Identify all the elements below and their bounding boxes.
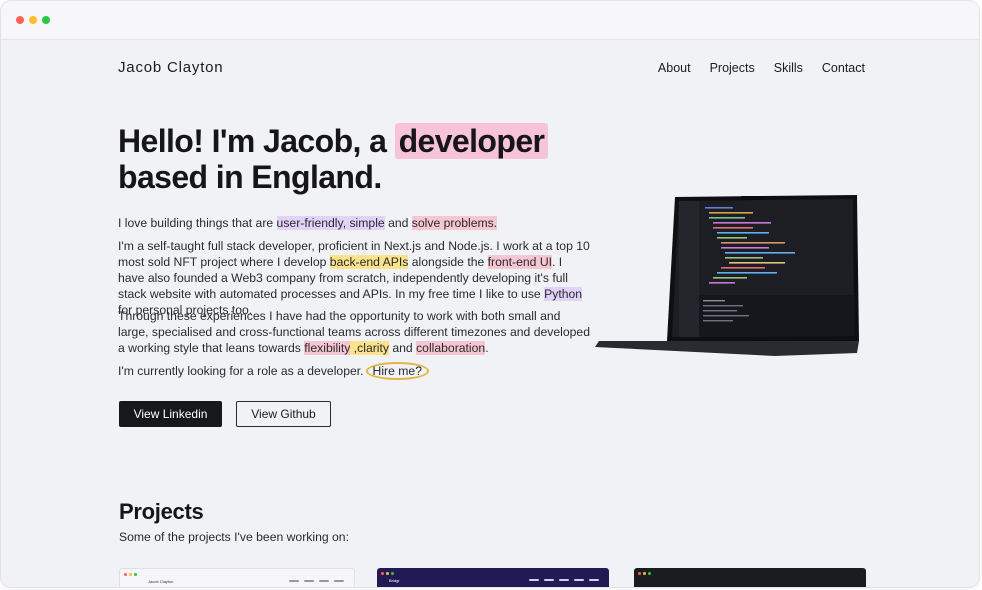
nav-projects[interactable]: Projects <box>710 61 755 75</box>
highlight-solve-problems: solve problems. <box>411 216 498 230</box>
intro-paragraph-3: Through these experiences I have had the… <box>118 308 590 356</box>
laptop-base <box>595 341 859 356</box>
text-segment: and <box>384 216 412 230</box>
title-bar <box>1 1 979 40</box>
highlight-flexibility: flexibility <box>304 341 351 355</box>
highlight-clarity: clarity <box>357 341 389 355</box>
intro-paragraph-1: I love building things that are user-fri… <box>118 215 590 231</box>
card-2-title: Bridgr <box>389 578 400 583</box>
site-logo[interactable]: Jacob Clayton <box>118 59 223 76</box>
editor-sidebar <box>679 201 699 337</box>
project-card-1[interactable]: Jacob Clayton <box>119 568 355 587</box>
browser-window: Jacob Clayton About Projects Skills Cont… <box>1 1 979 587</box>
window-minimize-icon[interactable] <box>29 16 37 24</box>
card-window-dots <box>381 572 394 575</box>
card-1-nav <box>289 580 344 582</box>
projects-heading: Projects <box>119 499 204 524</box>
projects-subtitle: Some of the projects I've been working o… <box>119 530 349 544</box>
intro-paragraph-4: I'm currently looking for a role as a de… <box>118 362 590 380</box>
highlight-python: Python <box>544 287 583 301</box>
card-1-title: Jacob Clayton <box>148 579 174 584</box>
hero-title: Hello! I'm Jacob, a developer based in En… <box>118 123 578 195</box>
project-card-2[interactable]: Bridgr <box>377 568 609 587</box>
card-2-nav <box>529 579 599 581</box>
text-segment: I'm currently looking for a role as a de… <box>118 364 364 378</box>
view-github-button[interactable]: View Github <box>236 401 331 427</box>
text-segment: alongside the <box>408 255 488 269</box>
text-segment: I love building things that are <box>118 216 277 230</box>
laptop-image <box>595 195 859 356</box>
hire-me-link[interactable]: Hire me? <box>365 362 429 380</box>
card-window-dots <box>638 572 651 575</box>
highlight-user-friendly: user-friendly, simple <box>276 216 385 230</box>
main-nav: About Projects Skills Contact <box>658 61 865 75</box>
card-window-dots <box>124 573 137 576</box>
window-close-icon[interactable] <box>16 16 24 24</box>
highlight-back-end: back-end APIs <box>329 255 409 269</box>
window-maximize-icon[interactable] <box>42 16 50 24</box>
highlight-collaboration: collaboration <box>416 341 486 355</box>
nav-contact[interactable]: Contact <box>822 61 865 75</box>
intro-paragraph-2: I'm a self-taught full stack developer, … <box>118 238 590 318</box>
project-card-3[interactable] <box>634 568 866 587</box>
hero-title-highlight: developer <box>394 123 549 159</box>
laptop-notch <box>741 196 765 200</box>
nav-skills[interactable]: Skills <box>774 61 803 75</box>
text-segment: . <box>485 341 489 355</box>
text-segment: and <box>388 341 417 355</box>
hero-title-pre: Hello! I'm Jacob, a <box>118 123 395 159</box>
view-linkedin-button[interactable]: View Linkedin <box>119 401 222 427</box>
nav-about[interactable]: About <box>658 61 691 75</box>
hero-title-post: based in England. <box>118 159 382 195</box>
highlight-front-end: front-end UI <box>487 255 553 269</box>
